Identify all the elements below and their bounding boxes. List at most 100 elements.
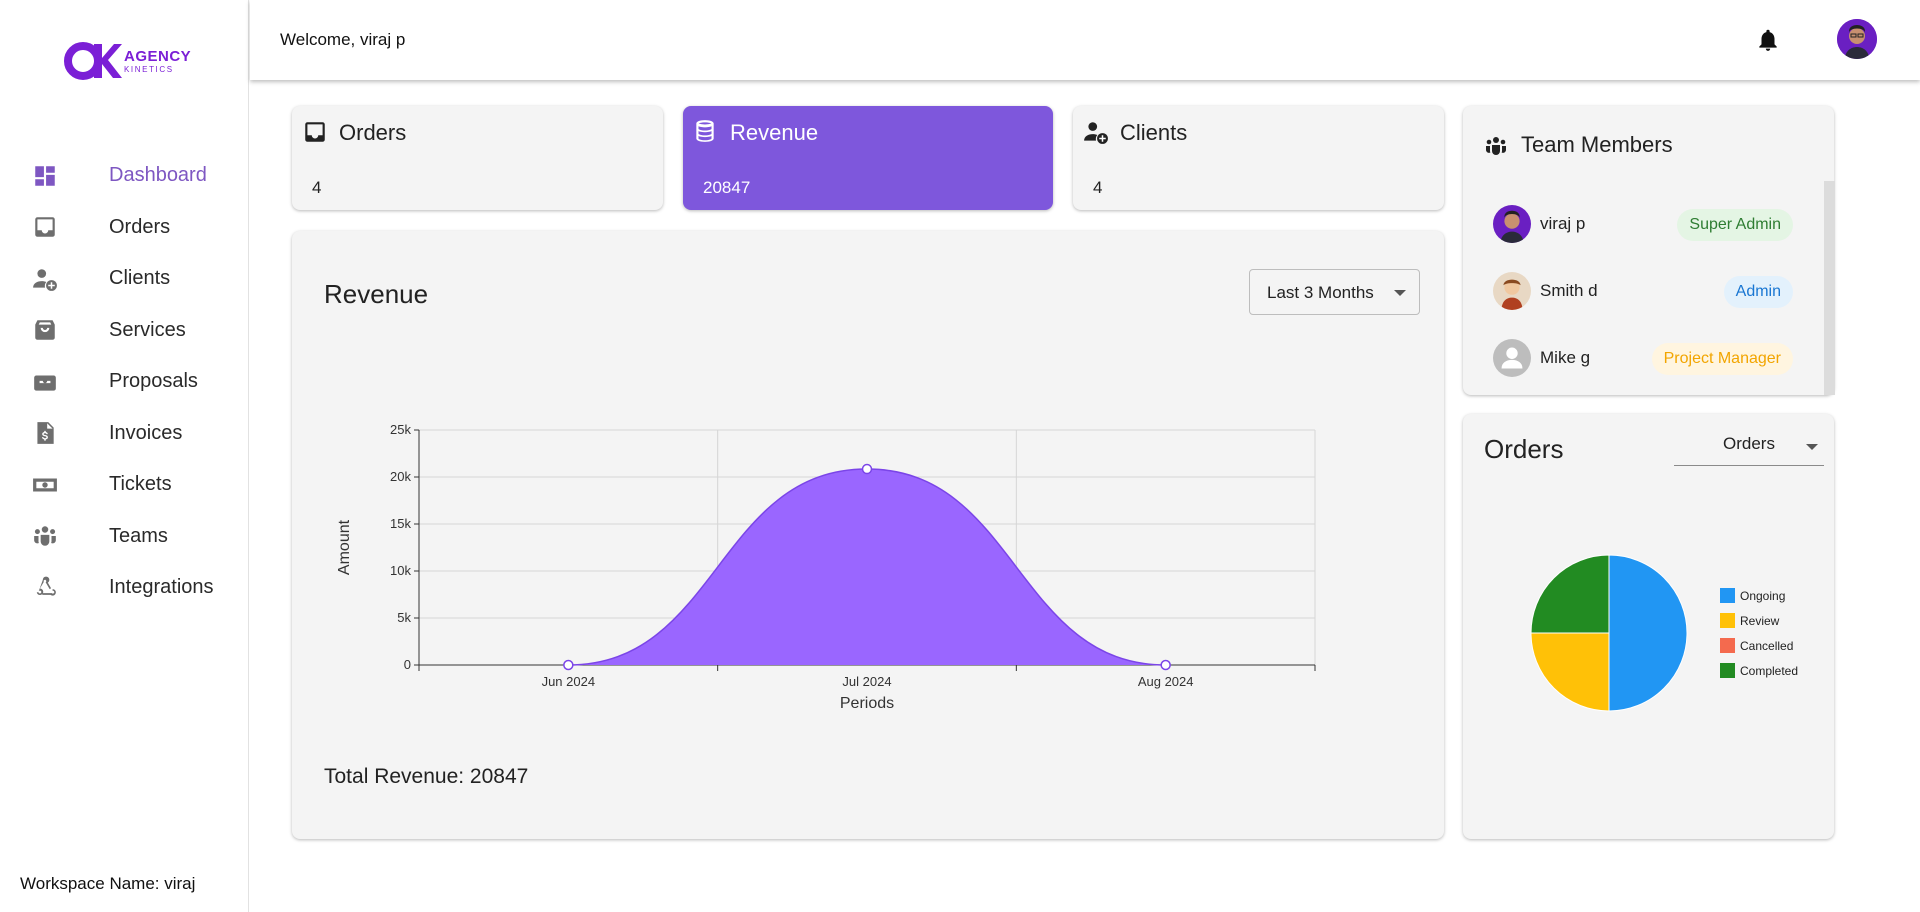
member-avatar <box>1493 205 1531 243</box>
dashboard-icon <box>31 162 59 190</box>
brand-name: AGENCY <box>124 47 192 65</box>
sidebar-item-label: Tickets <box>109 473 172 496</box>
mailbox-icon <box>31 368 59 396</box>
pie-slice-ongoing <box>1608 554 1688 712</box>
y-tick-label: 15k <box>390 516 411 531</box>
legend-swatch <box>1720 588 1735 603</box>
avatar-cartoon-icon <box>1493 272 1531 310</box>
legend-label: Review <box>1740 614 1780 628</box>
sidebar-item-proposals[interactable]: Proposals <box>0 356 249 408</box>
webhook-icon <box>31 574 59 602</box>
team-member-row[interactable]: viraj p Super Admin <box>1493 205 1793 245</box>
pie-slice-completed <box>1530 554 1610 634</box>
ticket-money-icon <box>31 471 59 499</box>
notification-bell-icon[interactable] <box>1755 27 1781 53</box>
stat-card-revenue[interactable]: Revenue 20847 <box>683 106 1053 210</box>
legend-label: Cancelled <box>1740 639 1793 653</box>
stat-card-orders[interactable]: Orders 4 <box>292 106 663 210</box>
database-icon <box>696 120 714 142</box>
revenue-data-point <box>563 659 574 671</box>
member-avatar <box>1493 339 1531 377</box>
sidebar-item-label: Services <box>109 318 186 341</box>
team-member-row[interactable]: Mike g Project Manager <box>1493 339 1793 379</box>
sidebar-item-invoices[interactable]: Invoices <box>0 408 249 460</box>
welcome-text: Welcome, viraj p <box>280 30 406 49</box>
member-name: Smith d <box>1540 281 1598 300</box>
stat-title: Revenue <box>730 120 819 145</box>
add-user-icon <box>1084 122 1108 144</box>
sidebar-item-tickets[interactable]: Tickets <box>0 459 249 511</box>
sidebar-nav: Dashboard Orders Clients Services Propos… <box>0 150 249 614</box>
orders-pie-card: Orders Orders Ongoing Review Cancelled Comp… <box>1463 414 1834 839</box>
y-tick-label: 10k <box>390 563 411 578</box>
revenue-area <box>568 469 1166 665</box>
sidebar-item-label: Teams <box>109 524 168 547</box>
sidebar-item-integrations[interactable]: Integrations <box>0 562 249 614</box>
revenue-area-chart: 0 5k 10k 15k 20k 25k Jun 2024 Jul 2024 Aug 2024 P… <box>336 422 1316 712</box>
legend-label: Ongoing <box>1740 589 1785 603</box>
sidebar-item-label: Orders <box>109 215 171 238</box>
sidebar-item-label: Proposals <box>109 370 198 393</box>
workspace-name: Workspace Name: viraj <box>20 874 196 893</box>
stat-title: Orders <box>339 120 407 145</box>
stat-value: 4 <box>1093 178 1103 197</box>
legend-swatch <box>1720 613 1735 628</box>
inbox-icon <box>305 122 325 142</box>
y-tick-label: 25k <box>390 422 411 437</box>
avatar-placeholder-icon <box>1493 339 1531 377</box>
y-tick-label: 0 <box>404 657 411 672</box>
team-member-row[interactable]: Smith d Admin <box>1493 272 1793 312</box>
sidebar: AGENCY KINETICS Dashboard Orders Clients… <box>0 0 249 912</box>
user-avatar[interactable] <box>1837 19 1877 59</box>
team-list-scrollbar[interactable] <box>1824 181 1835 395</box>
member-role-badge: Super Admin <box>1677 209 1793 241</box>
sidebar-item-services[interactable]: Services <box>0 305 249 357</box>
invoice-dollar-icon <box>31 419 59 447</box>
stat-card-clients[interactable]: Clients 4 <box>1073 106 1444 210</box>
sidebar-item-teams[interactable]: Teams <box>0 511 249 563</box>
x-tick-label: Aug 2024 <box>1138 674 1194 689</box>
inbox-icon <box>31 213 59 241</box>
revenue-data-point <box>1160 659 1171 671</box>
sidebar-item-orders[interactable]: Orders <box>0 202 249 254</box>
x-tick-label: Jun 2024 <box>542 674 596 689</box>
teams-icon <box>1486 137 1506 155</box>
member-avatar <box>1493 272 1531 310</box>
revenue-data-point <box>861 463 873 475</box>
y-axis-label: Amount <box>336 519 353 575</box>
logo-icon <box>64 42 122 80</box>
member-name: Mike g <box>1540 348 1591 367</box>
stat-title: Clients <box>1120 120 1188 145</box>
sidebar-item-clients[interactable]: Clients <box>0 253 249 305</box>
sidebar-item-dashboard[interactable]: Dashboard <box>0 150 249 202</box>
shopping-bag-icon <box>31 316 59 344</box>
revenue-card: Revenue Last 3 Months 0 5k 10k 15k 20k 25k Jun… <box>292 231 1444 839</box>
sidebar-item-label: Dashboard <box>109 164 207 187</box>
teams-icon <box>31 522 59 550</box>
brand-logo[interactable]: AGENCY KINETICS <box>64 40 191 82</box>
member-name: viraj p <box>1540 214 1586 233</box>
stat-value: 20847 <box>703 178 751 197</box>
sidebar-item-label: Integrations <box>109 576 214 599</box>
add-user-icon <box>31 265 59 293</box>
brand-subname: KINETICS <box>124 64 174 74</box>
team-members-list[interactable]: viraj p Super Admin Smith d Admin Mike g… <box>1463 180 1823 394</box>
legend-swatch <box>1720 663 1735 678</box>
member-role-badge: Project Manager <box>1651 343 1793 375</box>
stat-value: 4 <box>312 178 322 197</box>
sidebar-item-label: Clients <box>109 267 171 290</box>
legend-swatch <box>1720 638 1735 653</box>
x-tick-label: Jul 2024 <box>842 674 891 689</box>
pie-slice-review <box>1530 632 1610 712</box>
y-tick-label: 20k <box>390 469 411 484</box>
sidebar-item-label: Invoices <box>109 421 183 444</box>
team-members-title: Team Members <box>1521 132 1673 157</box>
avatar-portrait-icon <box>1837 19 1877 59</box>
y-tick-label: 5k <box>397 610 411 625</box>
revenue-total: Total Revenue: 20847 <box>324 765 529 788</box>
top-bar: Welcome, viraj p <box>250 0 1920 80</box>
team-members-card: Team Members viraj p Super Admin Smith d… <box>1463 106 1834 395</box>
member-role-badge: Admin <box>1723 276 1793 308</box>
legend-label: Completed <box>1740 664 1798 678</box>
orders-pie-chart: Ongoing Review Cancelled Completed <box>1530 554 1798 712</box>
